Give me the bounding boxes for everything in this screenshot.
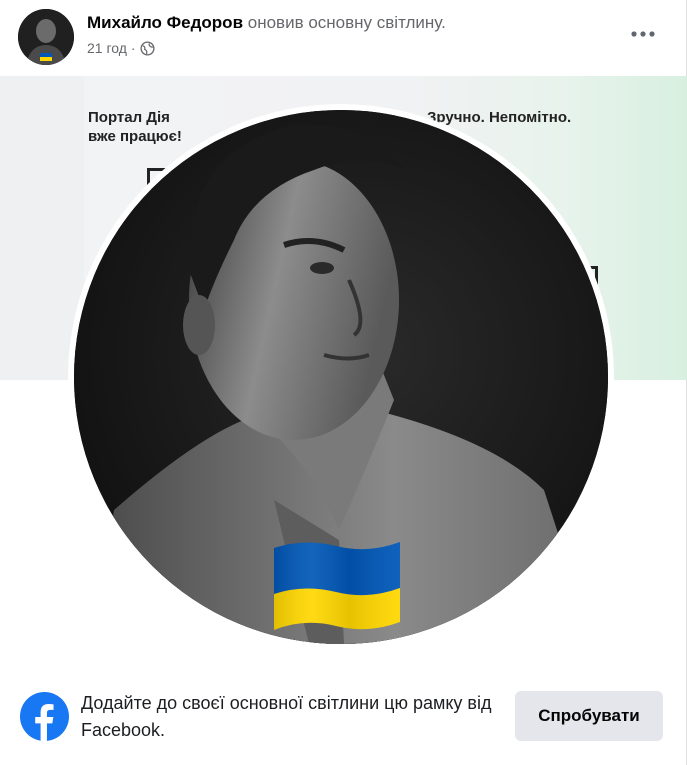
author-avatar[interactable]: [18, 9, 74, 65]
post-header: Михайло Федоров оновив основну світлину.…: [0, 0, 687, 76]
frame-promo: Додайте до своєї основної світлини цю ра…: [0, 670, 687, 765]
post-action: оновив основну світлину.: [247, 13, 446, 32]
facebook-logo-icon: [20, 692, 69, 741]
avatar-photo: [18, 9, 74, 65]
more-horizontal-icon[interactable]: [625, 22, 661, 46]
post-title: Михайло Федоров оновив основну світлину.: [87, 13, 446, 33]
globe-icon[interactable]: [140, 40, 155, 56]
cover-text-left: Портал Дія вже працює!: [88, 109, 182, 145]
post-card: Михайло Федоров оновив основну світлину.…: [0, 0, 687, 765]
ukrainian-flag-icon: [274, 542, 400, 630]
try-frame-button[interactable]: Спробувати: [515, 691, 663, 741]
meta-separator: ·: [130, 40, 136, 56]
author-name[interactable]: Михайло Федоров: [87, 13, 243, 32]
profile-photo: [74, 110, 608, 644]
profile-picture[interactable]: [74, 110, 608, 644]
post-meta: 21 год ·: [87, 40, 155, 56]
post-time[interactable]: 21 год: [87, 40, 127, 56]
frame-promo-text: Додайте до своєї основної світлини цю ра…: [81, 693, 492, 740]
